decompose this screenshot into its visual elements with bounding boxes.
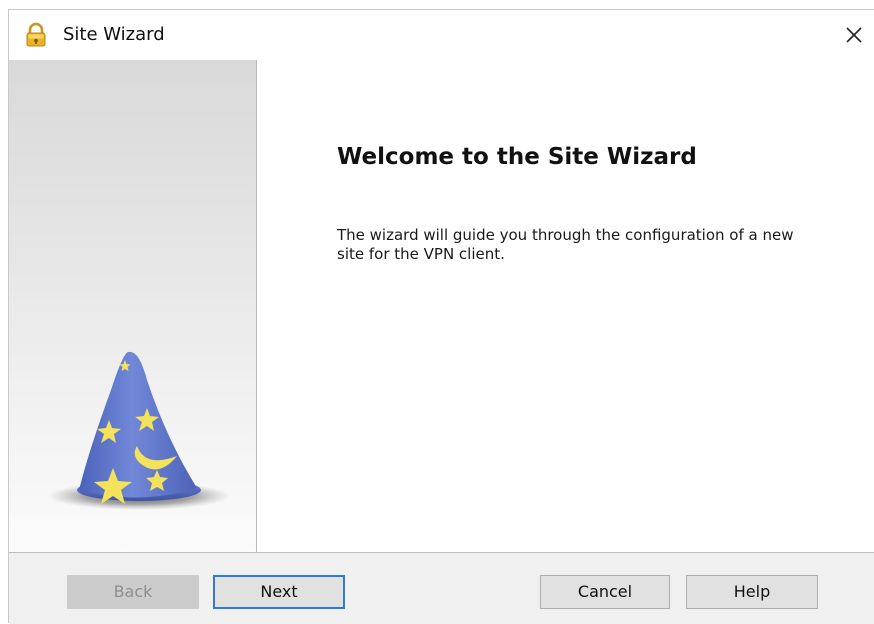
site-wizard-window: Site Wizard Welcome to the Site Wizard T… — [8, 9, 874, 624]
back-button[interactable]: Back — [67, 575, 199, 609]
button-bar: Back Next Cancel Help — [9, 552, 874, 624]
close-button[interactable] — [839, 20, 869, 50]
next-button[interactable]: Next — [213, 575, 345, 609]
help-button[interactable]: Help — [686, 575, 818, 609]
wizard-sidebar — [9, 60, 257, 552]
wizard-description: The wizard will guide you through the co… — [337, 226, 794, 263]
window-title: Site Wizard — [63, 24, 165, 45]
wizard-hat-icon — [29, 350, 231, 520]
close-icon — [846, 27, 862, 43]
title-bar: Site Wizard — [9, 10, 874, 60]
wizard-content: Welcome to the Site Wizard The wizard wi… — [257, 60, 874, 552]
page-title: Welcome to the Site Wizard — [337, 144, 697, 170]
cancel-button[interactable]: Cancel — [540, 575, 670, 609]
lock-icon — [23, 22, 49, 48]
